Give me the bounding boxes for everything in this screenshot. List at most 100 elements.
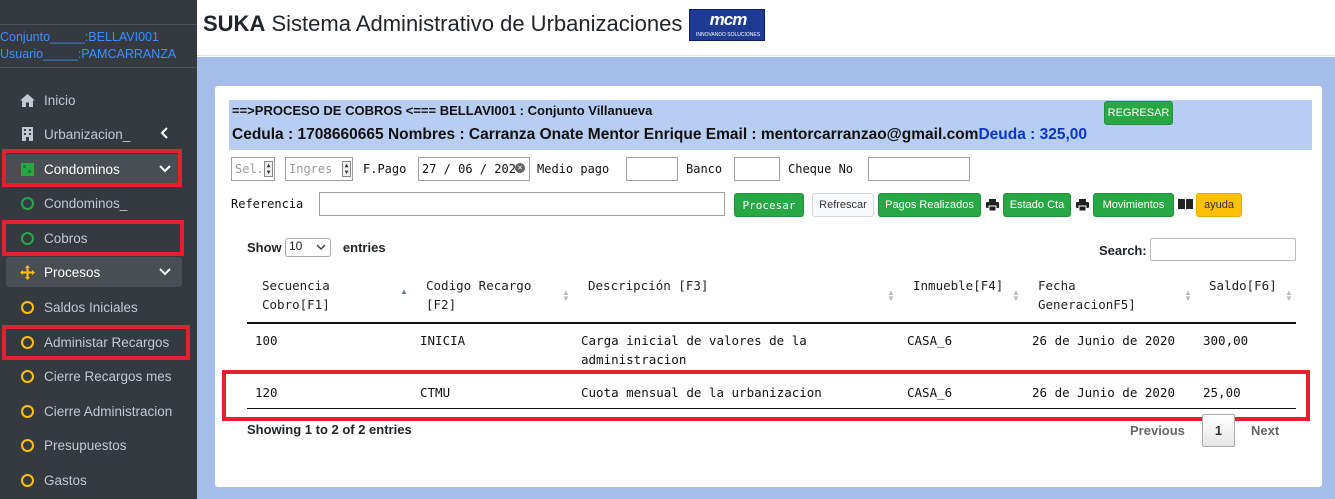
spinner-icon[interactable]: ▲ ▼ [264, 161, 273, 177]
header-divider [247, 322, 1296, 324]
header-line2: Saldo[F6] [1209, 278, 1277, 293]
header-line1: Fecha [1038, 278, 1076, 293]
show-label: Show [247, 240, 282, 255]
entries-select[interactable]: 10 [285, 238, 331, 257]
sidebar-item-label: Saldos Iniciales [44, 299, 138, 315]
ayuda-button[interactable]: ayuda [1196, 193, 1242, 217]
cell-desc-line1: Carga inicial de valores de la [581, 333, 807, 348]
sidebar-item-cierre-recargos[interactable]: Cierre Recargos mes [6, 361, 182, 391]
cell-code: INICIA [420, 333, 466, 348]
previous-button[interactable]: Previous [1130, 423, 1185, 438]
sidebar-item-condominos-sub[interactable]: Condominos_ [6, 188, 182, 218]
highlight-condominos [2, 149, 182, 187]
sort-icon: ▲ ▼ [562, 288, 570, 303]
medio-pago-input[interactable] [626, 157, 678, 181]
sort-icon: ▲ ▼ [887, 288, 895, 303]
home-icon [18, 92, 36, 108]
header-descripcion[interactable]: Descripción [F3] [588, 276, 708, 295]
search-label: Search: [1099, 243, 1147, 258]
circle-icon [18, 195, 36, 211]
user-info: Conjunto_____:BELLAVI001 Usuario_____:PA… [0, 24, 197, 68]
cheque-label: Cheque No [788, 162, 854, 176]
sort-asc-icon: ▲ [400, 287, 408, 296]
sidebar-item-label: Presupuestos [44, 437, 127, 453]
entries-label: entries [342, 240, 386, 255]
mcm-logo: mcm INNOVANDO SOLUCIONES [689, 9, 765, 41]
header-inmueble[interactable]: Inmueble[F4] [913, 276, 1003, 295]
referencia-input[interactable] [319, 192, 725, 216]
sidebar-item-label: Inicio [44, 92, 76, 108]
sort-icon: ▲ ▼ [1184, 288, 1192, 303]
top-header: SUKA Sistema Administrativo de Urbanizac… [197, 0, 1335, 56]
app-title: SUKA Sistema Administrativo de Urbanizac… [203, 11, 682, 37]
sort-icon: ▲ ▼ [1012, 288, 1020, 303]
building-icon [18, 126, 36, 142]
highlight-row-ctmu [222, 370, 1310, 421]
movimientos-button[interactable]: Movimientos [1093, 193, 1174, 217]
circle-icon [18, 299, 36, 315]
usuario-label: Usuario_____:PAMCARRANZA [0, 47, 177, 61]
fpago-date-input[interactable]: 27 / 06 / 2020 × [418, 157, 530, 181]
sidebar-item-inicio[interactable]: Inicio [6, 85, 182, 115]
sidebar-item-saldos-iniciales[interactable]: Saldos Iniciales [6, 292, 182, 322]
header-line2: Descripción [F3] [588, 278, 709, 293]
client-info: Cedula : 1708660665 Nombres : Carranza O… [232, 126, 1087, 144]
referencia-label: Referencia [231, 197, 304, 211]
sel-select[interactable]: Sel. ▲ ▼ [231, 157, 275, 181]
ingreso-select[interactable]: Ingres ▲ ▼ [285, 157, 353, 181]
clear-icon[interactable]: × [515, 163, 525, 173]
highlight-administar-recargos [2, 325, 190, 360]
circle-icon [18, 437, 36, 453]
conjunto-label: Conjunto_____:BELLAVI001 [0, 30, 159, 44]
cheque-input[interactable] [868, 157, 970, 181]
fpago-label: F.Pago [363, 162, 407, 176]
header-line2: Inmueble[F4] [913, 278, 1004, 293]
regresar-button[interactable]: REGRESAR [1104, 101, 1173, 125]
cell-desc: Carga inicial de valores de la administra… [581, 331, 807, 369]
search-input[interactable] [1150, 238, 1296, 261]
header-saldo[interactable]: Saldo[F6] [1209, 276, 1277, 295]
print-icon[interactable] [986, 198, 999, 216]
fpago-value: 27 / 06 / 2020 [422, 162, 524, 176]
entries-value: 10 [289, 239, 303, 253]
medio-pago-label: Medio pago [537, 162, 610, 176]
chevron-left-icon [158, 126, 172, 140]
header-line2: [F2] [426, 297, 457, 312]
cell-inmueble: CASA_6 [907, 333, 953, 348]
cell-seq: 100 [255, 333, 278, 348]
cell-saldo: 300,00 [1203, 333, 1249, 348]
logo-text: mcm [709, 10, 748, 29]
sidebar-item-gastos[interactable]: Gastos [6, 465, 182, 495]
sidebar-item-label: Cierre Recargos mes [44, 368, 172, 384]
header-secuencia[interactable]: Secuencia Cobro[F1] [262, 276, 330, 314]
banco-label: Banco [686, 162, 723, 176]
pagos-realizados-button[interactable]: Pagos Realizados [878, 193, 981, 217]
book-icon[interactable] [1178, 197, 1193, 215]
cell-desc-line2: administracion [581, 352, 687, 367]
spinner-icon[interactable]: ▲ ▼ [342, 161, 351, 177]
client-details: Cedula : 1708660665 Nombres : Carranza O… [232, 126, 979, 143]
sidebar-item-label: Gastos [44, 472, 87, 488]
logo-tagline: INNOVANDO SOLUCIONES [695, 32, 761, 38]
header-fecha[interactable]: Fecha GeneracionF5] [1038, 276, 1136, 314]
sidebar-item-presupuestos[interactable]: Presupuestos [6, 430, 182, 460]
sel-placeholder: Sel. [235, 162, 264, 176]
refrescar-button[interactable]: Refrescar [812, 193, 874, 217]
banco-input[interactable] [734, 157, 780, 181]
process-title: ==>PROCESO DE COBROS <=== BELLAVI001 : C… [232, 103, 653, 118]
page-1-button[interactable]: 1 [1202, 414, 1235, 447]
sidebar-item-label: Procesos [44, 264, 101, 280]
header-line2: GeneracionF5] [1038, 297, 1136, 312]
header-codigo[interactable]: Codigo Recargo [F2] [426, 276, 531, 314]
highlight-cobros [2, 220, 184, 256]
print-icon[interactable] [1076, 198, 1089, 216]
sidebar-item-urbanizacion[interactable]: Urbanizacion_ [6, 119, 182, 149]
sidebar-item-procesos[interactable]: Procesos [6, 257, 182, 287]
estado-cta-button[interactable]: Estado Cta [1003, 193, 1071, 217]
procesar-button[interactable]: Procesar [734, 193, 804, 217]
chevron-down-icon [158, 264, 172, 278]
ingreso-placeholder: Ingres [289, 162, 333, 176]
sidebar-item-cierre-administracion[interactable]: Cierre Administracion [6, 396, 182, 426]
next-button[interactable]: Next [1251, 423, 1279, 438]
sidebar-item-label: Urbanizacion_ [44, 126, 131, 142]
